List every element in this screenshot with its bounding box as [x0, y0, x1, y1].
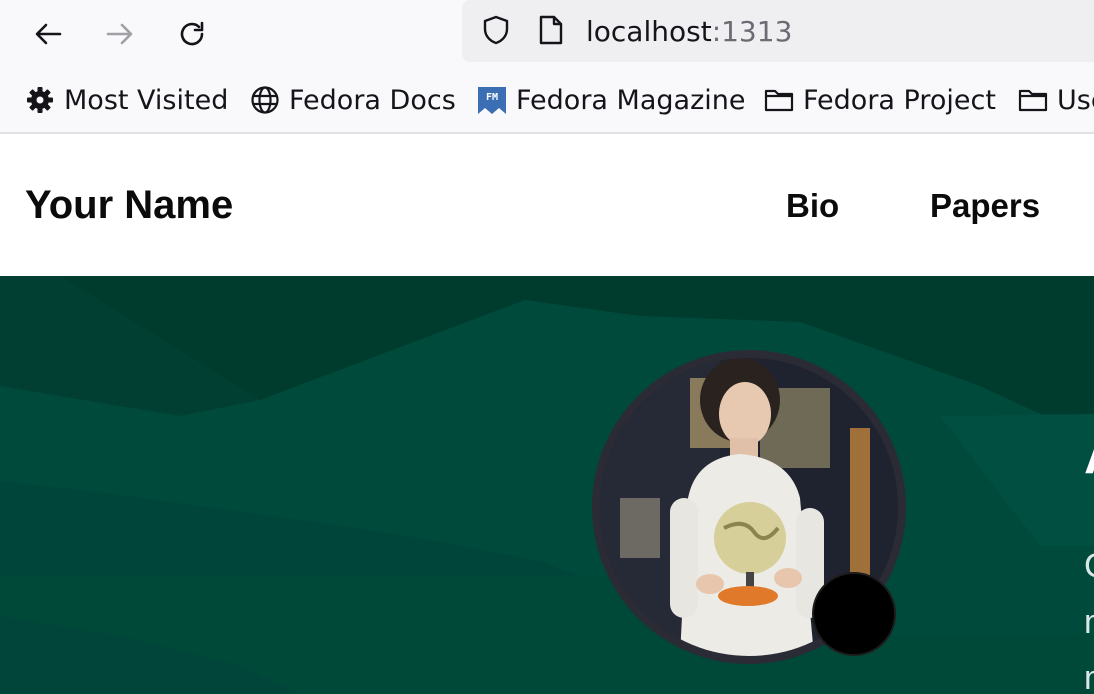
bookmark-fedora-magazine[interactable]: FM Fedora Magazine — [477, 82, 745, 118]
url-host: localhost — [586, 15, 712, 48]
bookmark-label: Fedora Magazine — [516, 84, 746, 116]
url-port: :1313 — [711, 15, 793, 48]
bookmark-fedora-docs[interactable]: Fedora Docs — [250, 82, 456, 118]
bookmarks-bar: Most Visited Fedora Docs FM Fedora Magaz… — [0, 66, 1094, 134]
hero-text-line: C — [1084, 538, 1094, 594]
hero-text-line: n — [1084, 603, 1094, 641]
bookmark-label: Fedora Docs — [289, 84, 456, 116]
bookmark-use[interactable]: Use — [1018, 82, 1094, 118]
hero-text-line: n — [1084, 659, 1094, 694]
hero-section: ☕ A C n n — [0, 276, 1094, 694]
globe-icon — [251, 86, 279, 114]
status-emoji-badge: ☕ — [812, 572, 896, 656]
arrow-right-icon — [106, 23, 133, 45]
browser-toolbar: localhost:1313 — [0, 0, 1094, 66]
bookmark-label: Most Visited — [64, 84, 229, 116]
arrow-left-icon — [35, 23, 62, 45]
bookmark-label: Fedora Project — [803, 84, 996, 116]
site-brand[interactable]: Your Name — [25, 182, 233, 228]
hero-heading: A — [1084, 426, 1094, 486]
gear-icon — [27, 87, 53, 113]
reload-button[interactable] — [170, 12, 214, 56]
url-text[interactable]: localhost:1313 — [586, 14, 792, 50]
bookmark-fedora-project[interactable]: Fedora Project — [764, 82, 996, 118]
bookmark-label: Use — [1057, 84, 1094, 116]
folder-icon — [764, 89, 794, 112]
forward-button[interactable] — [98, 12, 142, 56]
nav-link-bio[interactable]: Bio — [786, 186, 839, 226]
address-bar[interactable]: localhost:1313 — [462, 0, 1094, 62]
page-icon — [539, 15, 563, 45]
hero-background — [0, 276, 1094, 694]
fedora-magazine-icon: FM — [478, 87, 506, 114]
back-button[interactable] — [26, 12, 70, 56]
bookmark-most-visited[interactable]: Most Visited — [25, 82, 228, 118]
site-header: Your Name Bio Papers — [0, 134, 1094, 276]
svg-text:FM: FM — [486, 92, 498, 103]
folder-icon — [1018, 89, 1048, 112]
nav-link-papers[interactable]: Papers — [930, 186, 1040, 226]
reload-icon — [180, 21, 204, 46]
hero-intro-text: C n n — [1084, 538, 1094, 694]
shield-icon[interactable] — [480, 14, 512, 46]
